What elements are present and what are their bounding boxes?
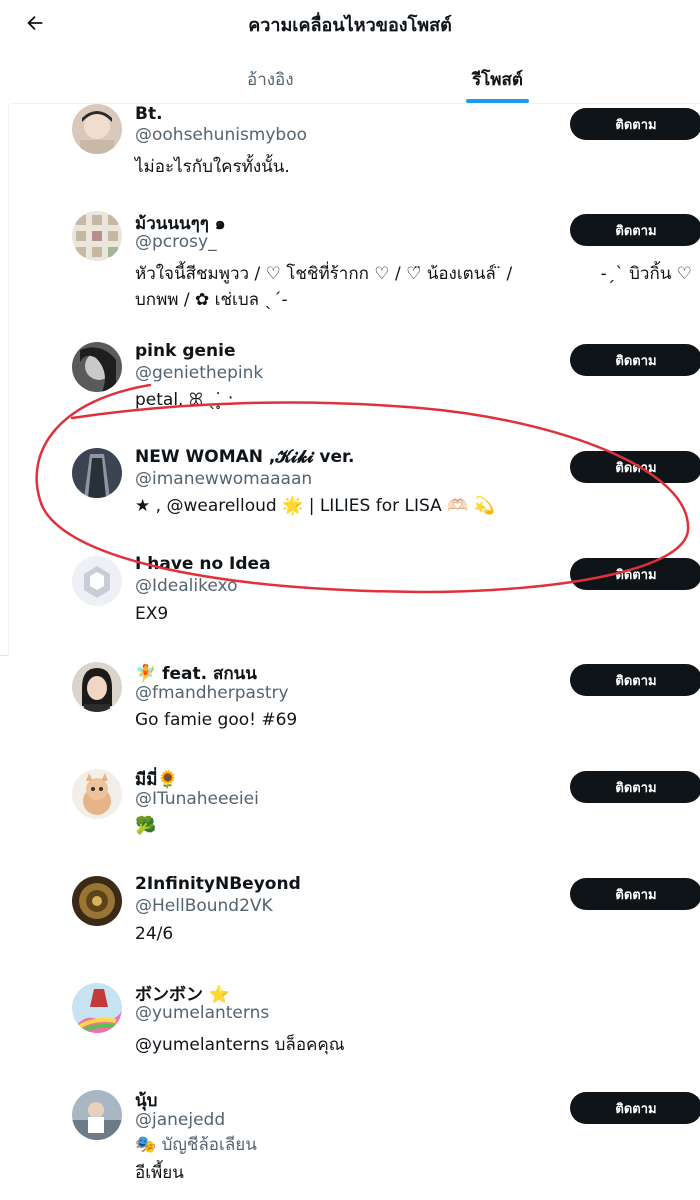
avatar[interactable] [72,662,122,712]
avatar[interactable] [72,1090,122,1140]
user-handle[interactable]: @fmandherpastry [135,683,289,703]
user-handle[interactable]: @imanewwomaaaan [135,469,312,489]
user-handle[interactable]: @HellBound2VK [135,896,273,916]
avatar[interactable] [72,448,122,498]
user-handle[interactable]: @oohsehunismyboo [135,125,307,145]
user-bio: ★ , @wearelloud 🌟 | LILIES for LISA 🫶🏻 💫 [135,496,495,516]
user-handle[interactable]: @ITunaheeeiei [135,789,259,809]
user-bio: Go famie goo! #69 [135,710,298,730]
avatar[interactable] [72,342,122,392]
user-bio: EX9 [135,604,169,624]
user-handle[interactable]: @Idealikexo [135,576,237,596]
avatar[interactable] [72,983,122,1033]
avatar[interactable] [72,769,122,819]
follow-button[interactable]: ติดตาม [570,664,700,696]
user-bio: อีเพี้ยน [135,1163,184,1183]
user-name[interactable]: Bt. [135,104,163,124]
avatar-emoji: 🧚 [135,664,157,684]
user-handle[interactable]: @yumelanterns [135,1003,269,1023]
user-bio: 24/6 [135,924,174,944]
follow-button[interactable]: ติดตาม [570,558,700,590]
follow-button[interactable]: ติดตาม [570,108,700,140]
avatar[interactable] [72,211,122,261]
top-bar: ความเคลื่อนไหวของโพสต์ อ้างอิง รีโพสต์ [0,0,700,104]
user-bio: @yumelanterns บล็อคคุณ [135,1035,345,1055]
user-bio-line2: บกพพ / ✿ เช่เบล ˎ´- [135,290,288,310]
follow-button[interactable]: ติดตาม [570,1092,700,1124]
user-name[interactable]: NEW WOMAN ,𝓚𝓲𝓴𝓲 ver. [135,447,354,467]
user-bio: ไม่อะไรกับใครทั้งนั้น. [135,157,290,177]
user-name[interactable]: I have no Idea [135,554,271,574]
user-bio: petal. ꕤ ˎ ̥̇ : [135,390,234,410]
tab-reposts[interactable]: รีโพสต์ [472,66,523,93]
follow-button[interactable]: ติดตาม [570,344,700,376]
column-border [8,104,9,654]
follow-button[interactable]: ติดตาม [570,451,700,483]
follow-button[interactable]: ติดตาม [570,771,700,803]
column-border-notch [0,655,9,656]
user-name[interactable]: pink genie [135,341,235,361]
user-name[interactable]: ボンボン ⭐ [135,980,230,1005]
avatar[interactable] [72,556,122,606]
parody-label: 🎭 บัญชีล้อเลียน [135,1135,257,1155]
user-bio-cont: -ˏˋ บิวกิ้น ♡ [600,264,692,284]
header-divider [10,103,700,104]
page-title: ความเคลื่อนไหวของโพสต์ [248,15,452,36]
user-handle[interactable]: @pcrosy_ [135,232,217,252]
user-handle[interactable]: @janejedd [135,1110,225,1130]
tab-quotes[interactable]: อ้างอิง [247,66,294,93]
user-bio: หัวใจนี้สีชมพูวว / ♡ โชชิที่ร้ากก ♡ / ♡̈… [135,264,513,284]
user-bio: 🥦 [135,816,157,836]
user-name[interactable]: 2InfinityNBeyond [135,874,301,894]
avatar[interactable] [72,876,122,926]
avatar[interactable] [72,104,122,154]
follow-button[interactable]: ติดตาม [570,878,700,910]
user-handle[interactable]: @geniethepink [135,363,263,383]
follow-button[interactable]: ติดตาม [570,214,700,246]
